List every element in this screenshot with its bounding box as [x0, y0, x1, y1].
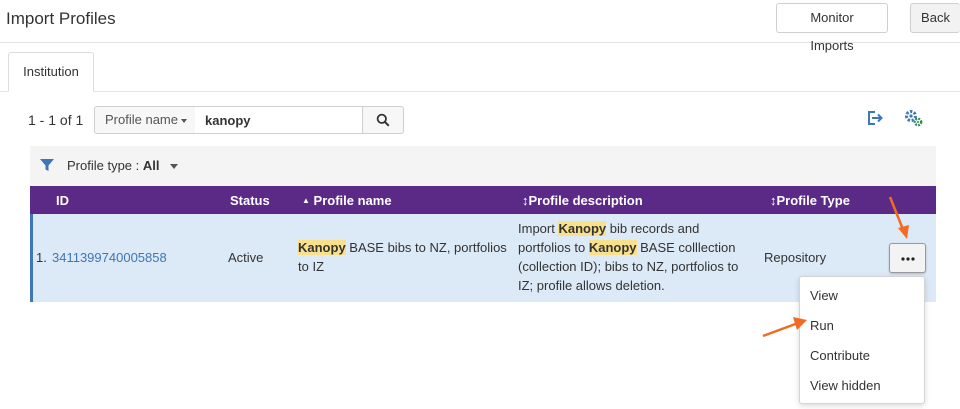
more-horizontal-icon — [901, 257, 915, 261]
chevron-down-icon — [180, 118, 187, 123]
search-highlight: Kanopy — [558, 221, 607, 236]
tab-strip: Institution — [0, 52, 960, 92]
tab-institution[interactable]: Institution — [8, 52, 94, 92]
table-header: ID Status ▲ Profile name ↕Profile descri… — [30, 186, 936, 214]
annotation-arrow-icon — [762, 317, 807, 338]
search-field-label: Profile name — [105, 112, 178, 127]
export-icon[interactable] — [866, 110, 884, 126]
filter-icon — [40, 159, 54, 171]
search-field-select[interactable]: Profile name — [94, 106, 196, 134]
search-highlight: Kanopy — [588, 240, 637, 255]
search-input[interactable] — [195, 106, 363, 134]
search-icon — [376, 113, 390, 127]
column-header-label: Profile name — [313, 193, 392, 208]
menu-item-view-hidden[interactable]: View hidden — [800, 371, 924, 401]
row-index: 1. — [36, 250, 47, 265]
status-text: Active — [228, 250, 264, 265]
profile-name-text: Kanopy BASE bibs to NZ, portfolios to IZ — [298, 238, 508, 276]
row-actions-button[interactable] — [889, 243, 926, 273]
profile-type-facet[interactable]: Profile type : All — [67, 158, 160, 173]
back-button[interactable]: Back — [910, 3, 960, 33]
pagination-count: 1 - 1 of 1 — [28, 112, 84, 128]
column-header-profile-type[interactable]: ↕Profile Type — [770, 193, 850, 208]
sort-asc-icon: ▲ — [302, 196, 310, 205]
facet-bar: Profile type : All — [30, 146, 936, 186]
search-button[interactable] — [362, 106, 404, 134]
column-header-profile-description[interactable]: ↕Profile description — [522, 193, 643, 208]
column-header-label: Profile Type — [776, 193, 850, 208]
settings-icon[interactable] — [904, 109, 924, 127]
profile-description-text: Import Kanopy bib records and portfolios… — [518, 219, 751, 295]
column-header-label: Profile description — [528, 193, 643, 208]
facet-value: All — [142, 158, 160, 173]
chevron-down-icon[interactable] — [170, 164, 178, 169]
annotation-arrow-icon — [888, 196, 909, 239]
facet-label: Profile type : — [67, 158, 143, 173]
menu-item-contribute[interactable]: Contribute — [800, 341, 924, 371]
row-actions-menu: View Run Contribute View hidden — [799, 276, 925, 404]
profile-type-text: Repository — [764, 250, 827, 265]
column-header-id[interactable]: ID — [56, 193, 69, 208]
page-header: Import Profiles Monitor Imports Back — [0, 0, 960, 53]
menu-item-run[interactable]: Run — [800, 311, 924, 341]
search-highlight: Kanopy — [298, 240, 346, 255]
profile-id-link[interactable]: 3411399740005858 — [52, 248, 167, 267]
page-title: Import Profiles — [6, 9, 116, 28]
column-header-profile-name[interactable]: ▲ Profile name — [302, 193, 392, 208]
description-part: Import — [518, 221, 559, 236]
monitor-imports-button[interactable]: Monitor Imports — [776, 3, 888, 53]
column-header-status[interactable]: Status — [230, 193, 270, 208]
menu-item-view[interactable]: View — [800, 281, 924, 311]
